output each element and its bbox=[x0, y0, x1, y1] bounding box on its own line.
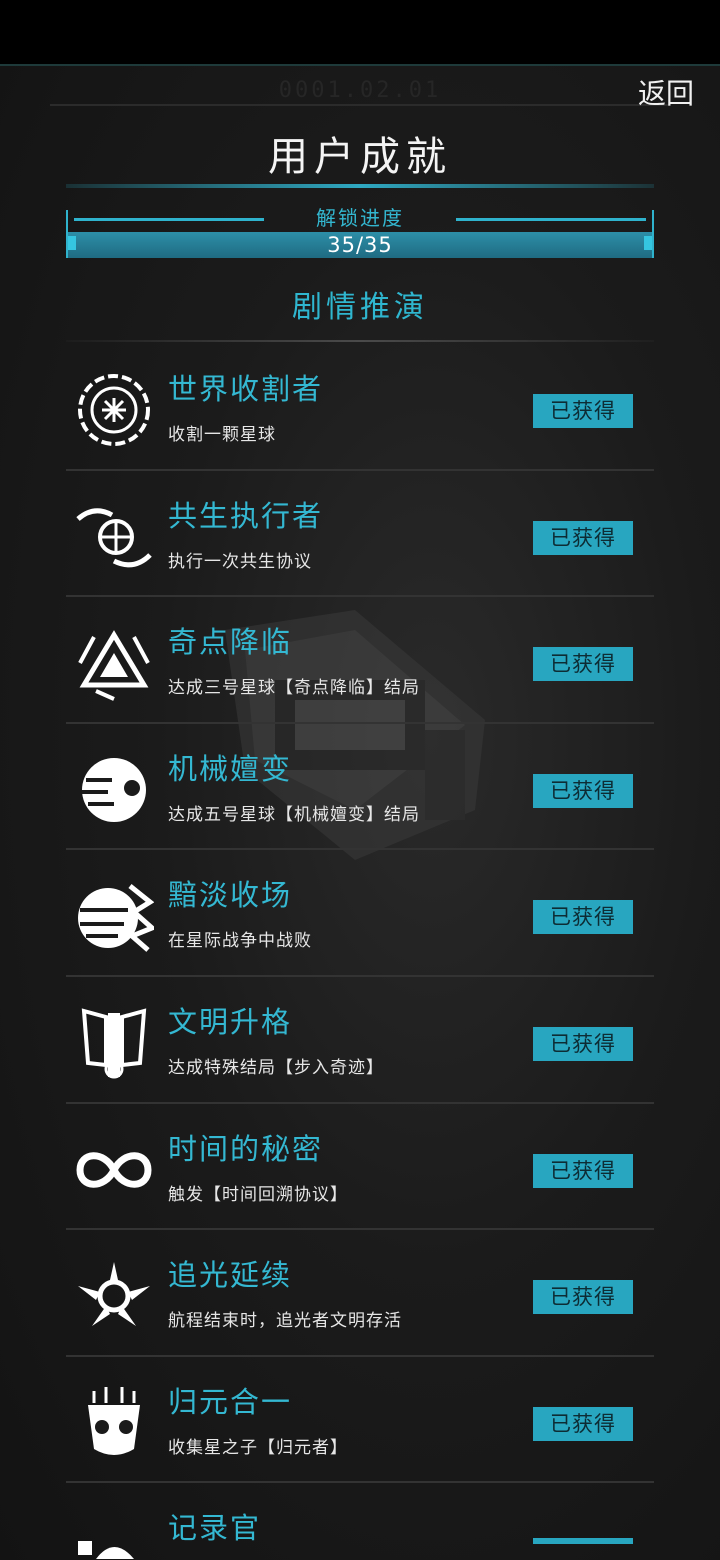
achievement-item: 追光延续航程结束时，追光者文明存活 已获得 bbox=[66, 1230, 654, 1357]
progress-cap-right bbox=[644, 236, 652, 250]
achievement-item: 奇点降临达成三号星球【奇点降临】结局 已获得 bbox=[66, 597, 654, 724]
achievement-name: 奇点降临 bbox=[168, 625, 293, 660]
status-bar bbox=[0, 0, 720, 64]
achievement-description: 收割一颗星球 bbox=[168, 425, 276, 445]
broken-planet-icon bbox=[78, 884, 154, 953]
achievement-item: 世界收割者收割一颗星球 已获得 bbox=[66, 344, 654, 471]
achievement-description: 执行一次共生协议 bbox=[168, 551, 312, 572]
page-title: 用户成就 bbox=[268, 134, 452, 180]
robot-mask-icon bbox=[88, 1386, 140, 1455]
infinity-icon bbox=[76, 1151, 152, 1188]
recorder-icon bbox=[78, 1541, 134, 1560]
achievement-item: 记录官 bbox=[66, 1483, 654, 1560]
achievement-item: 机械嬗变达成五号星球【机械嬗变】结局 已获得 bbox=[66, 724, 654, 851]
section-divider bbox=[66, 340, 654, 342]
date-watermark: 0001.02.01 bbox=[278, 78, 442, 103]
achievement-name: 时间的秘密 bbox=[168, 1131, 324, 1166]
achievement-status-badge: 已获得 bbox=[533, 1280, 633, 1315]
achievement-item: 共生执行者执行一次共生协议 已获得 bbox=[66, 471, 654, 598]
achievement-status-badge: 已获得 bbox=[533, 394, 633, 428]
achievement-description: 收集星之子【归元者】 bbox=[168, 1437, 348, 1458]
singularity-triangle-icon bbox=[78, 630, 150, 702]
achievement-description: 达成特殊结局【步入奇迹】 bbox=[168, 1057, 384, 1078]
achievement-item: 归元合一收集星之子【归元者】 已获得 bbox=[66, 1357, 654, 1484]
progress-count: 35/35 bbox=[327, 233, 393, 257]
unlock-progress: 解锁进度 35/35 bbox=[66, 206, 654, 260]
progress-label: 解锁进度 bbox=[316, 206, 404, 230]
achievement-description: 达成三号星球【奇点降临】结局 bbox=[168, 678, 420, 699]
achievement-item: 时间的秘密触发【时间回溯协议】 已获得 bbox=[66, 1104, 654, 1231]
achievement-status-badge: 已获得 bbox=[533, 900, 633, 935]
achievement-status-badge: 已获得 bbox=[533, 1406, 633, 1441]
progress-track: 35/35 bbox=[68, 232, 652, 258]
title-underline bbox=[66, 184, 654, 188]
winged-monument-icon bbox=[81, 1008, 147, 1079]
back-button[interactable]: 返回 bbox=[638, 72, 694, 112]
achievement-status-badge: 已获得 bbox=[533, 647, 633, 682]
section-title: 剧情推演 bbox=[292, 290, 428, 325]
achievement-name: 归元合一 bbox=[168, 1384, 293, 1419]
achievement-description: 航程结束时，追光者文明存活 bbox=[168, 1311, 402, 1332]
achievement-list: 世界收割者 收割一颗星球 已获得 共生执行者 执行一次共生协议 已获得 奇点降临 达成三号星球… bbox=[66, 344, 654, 1560]
achievement-status-badge: 已获得 bbox=[533, 1026, 633, 1061]
achievement-name: 共生执行者 bbox=[168, 498, 324, 533]
achievement-name: 黯淡收场 bbox=[168, 878, 293, 913]
achievement-name: 追光延续 bbox=[168, 1258, 293, 1293]
achievement-status-badge: 已获得 bbox=[533, 520, 633, 555]
achievement-name: 文明升格 bbox=[168, 1004, 293, 1039]
achievement-description: 达成五号星球【机械嬗变】结局 bbox=[168, 804, 420, 825]
achievement-name: 机械嬗变 bbox=[168, 751, 293, 786]
progress-cap-left bbox=[68, 236, 76, 250]
achievement-status-badge: 已获得 bbox=[533, 773, 633, 808]
panel-top-divider bbox=[50, 104, 670, 106]
winged-star-icon bbox=[78, 1262, 150, 1327]
mechanical-eye-icon bbox=[82, 757, 146, 822]
achievement-description: 触发【时间回溯协议】 bbox=[168, 1184, 348, 1205]
achievement-status-badge: 已获得 bbox=[533, 1153, 633, 1188]
achievement-status-badge bbox=[533, 1538, 633, 1545]
achievement-item: 文明升格达成特殊结局【步入奇迹】 已获得 bbox=[66, 977, 654, 1104]
achievement-name: 记录官 bbox=[168, 1511, 262, 1546]
achievement-name: 世界收割者 bbox=[168, 372, 324, 406]
achievement-item: 黯淡收场在星际战争中战败 已获得 bbox=[66, 850, 654, 977]
achievement-description: 在星际战争中战败 bbox=[168, 931, 312, 952]
hands-globe-icon bbox=[76, 507, 152, 567]
harvester-emblem-icon bbox=[78, 374, 150, 446]
